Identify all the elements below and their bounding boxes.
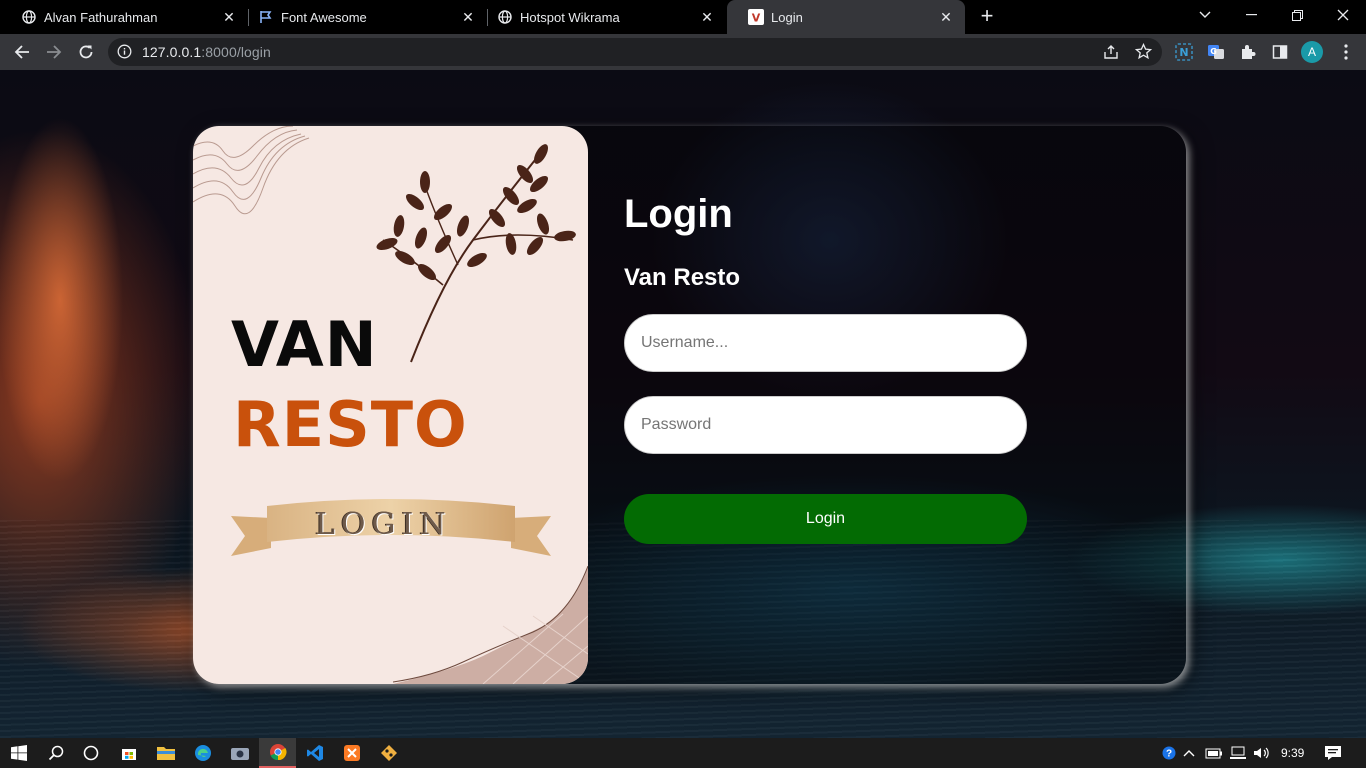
search-icon[interactable] bbox=[37, 738, 74, 768]
login-subtitle: Van Resto bbox=[624, 264, 741, 291]
tab-title: Hotspot Wikrama bbox=[520, 9, 620, 25]
info-icon[interactable] bbox=[117, 44, 132, 64]
close-icon[interactable]: ✕ bbox=[220, 8, 238, 26]
tab-login[interactable]: V Login ✕ bbox=[727, 0, 965, 34]
url-path: :8000/login bbox=[201, 44, 271, 60]
tab-title: Font Awesome bbox=[281, 9, 367, 25]
close-icon[interactable]: ✕ bbox=[937, 8, 955, 26]
url-host: 127.0.0.1 bbox=[142, 44, 202, 60]
chrome-icon[interactable] bbox=[259, 738, 296, 768]
restore-button[interactable] bbox=[1274, 0, 1320, 30]
close-window-button[interactable] bbox=[1320, 0, 1366, 30]
tab-alvan[interactable]: Alvan Fathurahman ✕ bbox=[0, 0, 248, 34]
share-icon[interactable] bbox=[1103, 44, 1119, 65]
camera-icon[interactable] bbox=[221, 738, 258, 768]
close-icon[interactable]: ✕ bbox=[459, 8, 477, 26]
page-background: VAN RESTO LOGIN Login Van Resto Username… bbox=[0, 70, 1366, 738]
tab-search-icon[interactable] bbox=[1182, 0, 1228, 30]
corner-pattern-decoration bbox=[393, 566, 588, 684]
svg-text:?: ? bbox=[1166, 749, 1172, 760]
globe-icon bbox=[497, 9, 513, 25]
clock[interactable]: 9:39 bbox=[1281, 745, 1304, 761]
vscode-icon[interactable] bbox=[296, 738, 333, 768]
forward-button[interactable] bbox=[42, 40, 66, 64]
brand-panel: VAN RESTO LOGIN bbox=[193, 126, 588, 684]
xampp-icon[interactable] bbox=[333, 738, 370, 768]
windows-taskbar: ? 9:39 bbox=[0, 738, 1366, 768]
chevron-up-icon[interactable] bbox=[1183, 745, 1195, 761]
username-input[interactable] bbox=[624, 314, 1027, 372]
extensions-puzzle-icon[interactable] bbox=[1236, 40, 1260, 64]
profile-avatar[interactable]: A bbox=[1300, 40, 1324, 64]
side-panel-icon[interactable] bbox=[1268, 40, 1292, 64]
leaf-branch-illustration bbox=[376, 144, 576, 363]
tab-strip: Alvan Fathurahman ✕ Font Awesome ✕ Hotsp… bbox=[0, 0, 1366, 34]
battery-icon[interactable] bbox=[1205, 745, 1223, 761]
edge-icon[interactable] bbox=[184, 738, 221, 768]
svg-text:V: V bbox=[752, 12, 761, 25]
network-icon[interactable] bbox=[1229, 745, 1247, 761]
login-submit-button[interactable]: Login bbox=[624, 494, 1027, 544]
address-bar[interactable]: 127.0.0.1:8000/login bbox=[108, 38, 1162, 66]
login-title: Login bbox=[624, 192, 733, 236]
brand-resto: RESTO bbox=[233, 388, 468, 461]
tab-hotspot-wikrama[interactable]: Hotspot Wikrama ✕ bbox=[476, 0, 726, 34]
volume-icon[interactable] bbox=[1253, 745, 1271, 761]
menu-kebab-icon[interactable] bbox=[1334, 40, 1358, 64]
task-view-icon[interactable] bbox=[72, 738, 109, 768]
git-icon[interactable] bbox=[370, 738, 407, 768]
globe-icon bbox=[21, 9, 37, 25]
help-tray-icon[interactable]: ? bbox=[1162, 745, 1176, 761]
start-icon[interactable] bbox=[0, 738, 37, 768]
browser-toolbar: 127.0.0.1:8000/login N G A bbox=[0, 34, 1366, 70]
password-input[interactable] bbox=[624, 396, 1027, 454]
ribbon-login-text: LOGIN bbox=[315, 507, 452, 542]
file-explorer-icon[interactable] bbox=[147, 738, 184, 768]
v-favicon-icon: V bbox=[748, 9, 764, 25]
tab-title: Login bbox=[771, 9, 803, 25]
svg-text:N: N bbox=[1179, 46, 1188, 59]
new-tab-button[interactable]: + bbox=[976, 5, 998, 28]
tab-title: Alvan Fathurahman bbox=[44, 9, 158, 25]
profile-initial: A bbox=[1308, 45, 1316, 59]
brand-van: VAN bbox=[231, 308, 378, 381]
flag-icon bbox=[258, 9, 274, 25]
translate-icon[interactable]: G bbox=[1204, 40, 1228, 64]
store-icon[interactable] bbox=[110, 738, 147, 768]
minimize-button[interactable] bbox=[1228, 0, 1274, 30]
svg-text:G: G bbox=[1210, 47, 1217, 56]
tab-font-awesome[interactable]: Font Awesome ✕ bbox=[237, 0, 487, 34]
login-card: VAN RESTO LOGIN Login Van Resto Username… bbox=[193, 126, 1186, 684]
extension-n-icon[interactable]: N bbox=[1172, 40, 1196, 64]
reload-button[interactable] bbox=[74, 40, 98, 64]
back-button[interactable] bbox=[10, 40, 34, 64]
notifications-icon[interactable] bbox=[1324, 745, 1342, 761]
wave-lines-decoration bbox=[193, 126, 310, 215]
close-icon[interactable]: ✕ bbox=[698, 8, 716, 26]
bookmark-star-icon[interactable] bbox=[1134, 42, 1153, 65]
url-text[interactable]: 127.0.0.1:8000/login bbox=[142, 44, 271, 60]
